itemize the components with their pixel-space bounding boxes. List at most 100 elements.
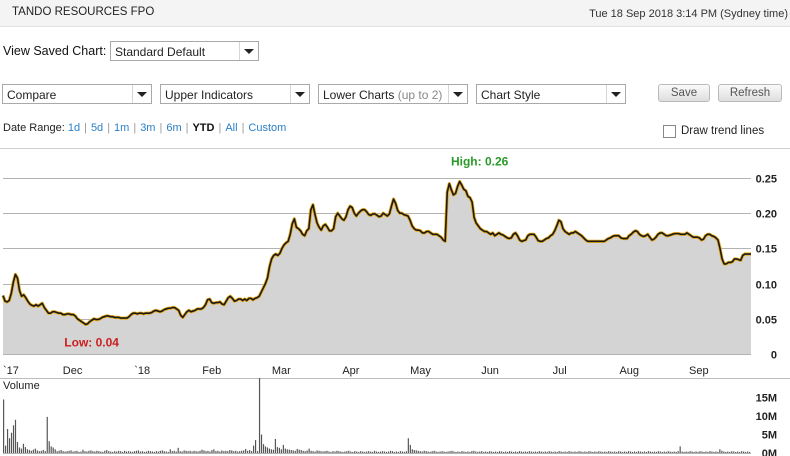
- volume-bar: [296, 448, 298, 453]
- volume-bar: [669, 451, 671, 453]
- x-tick-label: Aug: [619, 365, 639, 377]
- volume-bar: [512, 451, 515, 453]
- volume-bar: [191, 451, 193, 453]
- date-range-option-5d[interactable]: 5d: [91, 122, 103, 134]
- volume-bar: [171, 451, 173, 453]
- volume-bar: [747, 451, 749, 453]
- volume-bar: [209, 451, 211, 453]
- volume-bar: [126, 451, 128, 453]
- volume-bar: [556, 451, 558, 453]
- volume-bar: [566, 451, 568, 453]
- volume-bar: [34, 448, 36, 453]
- refresh-button[interactable]: Refresh: [718, 84, 782, 102]
- price-chart[interactable]: 0.25 0.20 0.15 0.10 0.05 0 `17 Dec `18 Feb Mar Apr M…: [0, 148, 790, 378]
- volume-bar: [518, 451, 521, 453]
- volume-bar: [237, 451, 239, 453]
- volume-bar: [90, 450, 92, 453]
- volume-bar: [350, 451, 352, 453]
- volume-bar: [713, 451, 715, 453]
- date-range-option-all[interactable]: All: [225, 122, 237, 134]
- chevron-down-icon: [448, 85, 467, 103]
- volume-bar: [590, 451, 592, 453]
- volume-bar: [88, 450, 90, 453]
- volume-bar: [213, 449, 215, 453]
- separator: |: [107, 122, 111, 134]
- volume-bar: [48, 441, 50, 453]
- volume-bar: [477, 451, 479, 453]
- volume-bar: [598, 451, 600, 453]
- volume-bar: [177, 447, 179, 453]
- volume-bar: [4, 445, 7, 454]
- high-label: High: 0.26: [451, 155, 509, 169]
- volume-bar: [608, 451, 610, 453]
- volume-bar: [251, 451, 253, 453]
- volume-bar: [435, 451, 437, 453]
- volume-bar: [308, 448, 310, 453]
- volume-bar: [258, 378, 261, 453]
- volume-bar: [352, 451, 354, 453]
- volume-bar: [421, 451, 423, 453]
- upper-indicators-select[interactable]: Upper Indicators: [160, 84, 310, 104]
- volume-bar: [179, 451, 181, 453]
- volume-bar: [116, 451, 118, 453]
- volume-bar: [393, 451, 396, 453]
- volume-bar: [292, 450, 294, 453]
- chart-style-select[interactable]: Chart Style: [476, 84, 626, 104]
- volume-bar: [74, 451, 76, 453]
- volume-bar: [641, 451, 644, 453]
- volume-bar: [510, 451, 513, 453]
- volume-bar: [695, 451, 697, 453]
- volume-bar: [364, 451, 366, 453]
- saved-chart-select[interactable]: Standard Default: [110, 41, 259, 61]
- volume-bar: [155, 451, 157, 453]
- volume-bar: [485, 451, 487, 453]
- x-tick-label: Dec: [63, 365, 83, 377]
- volume-bar: [28, 450, 30, 453]
- date-range-option-1d[interactable]: 1d: [68, 122, 80, 134]
- volume-bar: [54, 449, 56, 453]
- date-range-label: Date Range:: [3, 122, 65, 134]
- separator: |: [185, 122, 189, 134]
- volume-bar: [370, 451, 372, 453]
- volume-bar: [270, 449, 273, 453]
- volume-bar: [626, 451, 628, 453]
- volume-bar: [149, 451, 152, 453]
- volume-bar: [445, 451, 447, 453]
- trend-lines-checkbox[interactable]: [663, 125, 676, 138]
- volume-bar: [122, 451, 124, 453]
- volume-bar: [506, 451, 509, 453]
- date-range-option-3m[interactable]: 3m: [140, 122, 155, 134]
- date-range-option-ytd[interactable]: YTD: [192, 122, 214, 134]
- volume-bar: [14, 419, 17, 453]
- date-range-option-1m[interactable]: 1m: [114, 122, 129, 134]
- volume-bar: [717, 451, 719, 453]
- volume-bar: [528, 451, 530, 453]
- volume-bar: [300, 450, 302, 453]
- volume-bar: [508, 451, 511, 453]
- volume-bar: [243, 450, 245, 453]
- volume-bar: [120, 451, 122, 453]
- volume-bar: [483, 451, 485, 453]
- volume-bar: [389, 450, 392, 453]
- volume-bar: [84, 451, 86, 453]
- volume-bar: [455, 451, 457, 453]
- volume-bar: [46, 416, 48, 453]
- volume-bar: [318, 450, 320, 453]
- date-range-option-custom[interactable]: Custom: [248, 122, 286, 134]
- volume-bar: [219, 451, 221, 453]
- volume-bar: [30, 450, 32, 453]
- chart-style-label: Chart Style: [481, 88, 541, 102]
- volume-chart[interactable]: Volume 15M 10M 5M 0M: [0, 378, 790, 456]
- volume-bar: [385, 451, 388, 453]
- lower-charts-select[interactable]: Lower Charts (up to 2): [318, 84, 468, 104]
- volume-bar: [201, 449, 203, 453]
- trend-lines-label: Draw trend lines: [681, 125, 765, 137]
- x-tick-label: `17: [3, 365, 19, 377]
- volume-bar: [52, 447, 54, 453]
- volume-bar: [320, 451, 322, 453]
- volume-bar: [594, 451, 596, 453]
- compare-select[interactable]: Compare: [2, 84, 152, 104]
- save-button[interactable]: Save: [658, 84, 710, 102]
- date-range-option-6m[interactable]: 6m: [166, 122, 181, 134]
- volume-bar: [181, 451, 183, 453]
